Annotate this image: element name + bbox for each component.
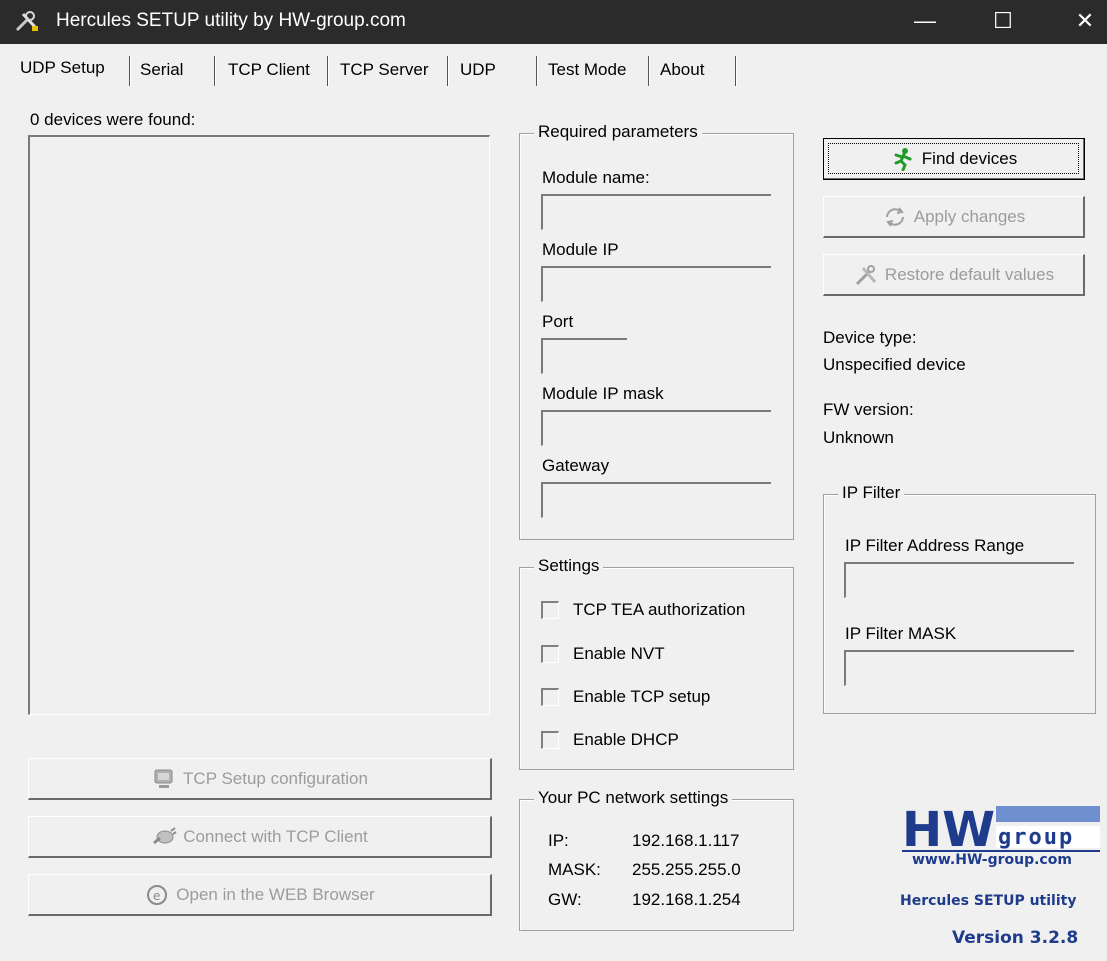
port-label: Port — [542, 312, 574, 331]
hw-group-url: www.HW-group.com — [912, 852, 1072, 868]
pc-ip-label: IP: — [548, 831, 569, 850]
tab-udp[interactable]: UDP — [454, 50, 502, 90]
hw-group-logo: HW group — [902, 802, 1100, 858]
devices-found-label: 0 devices were found: — [30, 110, 196, 129]
tab-test-mode[interactable]: Test Mode — [542, 50, 632, 90]
device-list[interactable] — [28, 135, 490, 715]
tab-udp-setup[interactable]: UDP Setup — [14, 48, 111, 88]
tab-separator — [536, 56, 537, 86]
module-name-label: Module name: — [542, 168, 650, 187]
version-label: Version 3.2.8 — [952, 928, 1079, 948]
close-button[interactable]: ✕ — [1065, 6, 1105, 36]
svg-text:HW: HW — [902, 802, 995, 858]
module-ip-field[interactable] — [541, 266, 771, 302]
device-type-value: Unspecified device — [823, 355, 966, 374]
pc-mask-row: MASK: 255.255.255.0 — [548, 860, 741, 880]
open-web-browser-button[interactable]: e Open in the WEB Browser — [28, 874, 492, 916]
ip-filter-mask-field[interactable] — [844, 650, 1074, 686]
module-name-field[interactable] — [541, 194, 771, 230]
fw-version-value: Unknown — [823, 428, 894, 447]
title-bar: Hercules SETUP utility by HW-group.com —… — [0, 0, 1107, 44]
enable-tcp-setup-checkbox[interactable]: Enable TCP setup — [541, 687, 710, 707]
ip-filter-mask-label: IP Filter MASK — [845, 624, 957, 643]
maximize-button[interactable]: ☐ — [983, 6, 1023, 36]
module-ip-mask-field[interactable] — [541, 410, 771, 446]
checkbox-box[interactable] — [541, 688, 559, 706]
gateway-label: Gateway — [542, 456, 610, 475]
settings-legend: Settings — [534, 556, 604, 576]
fw-version-label: FW version: — [823, 400, 914, 419]
tools-icon — [855, 264, 877, 285]
pc-ip-value: 192.168.1.117 — [632, 831, 740, 850]
module-ip-label: Module IP — [542, 240, 619, 259]
ip-filter-range-field[interactable] — [844, 562, 1074, 598]
pc-gw-row: GW: 192.168.1.254 — [548, 890, 741, 910]
tab-separator — [129, 56, 130, 86]
refresh-icon — [885, 206, 904, 227]
connect-tcp-client-label: Connect with TCP Client — [183, 826, 368, 846]
pc-gw-value: 192.168.1.254 — [632, 890, 741, 909]
connect-tcp-client-button[interactable]: Connect with TCP Client — [28, 816, 492, 858]
pc-mask-label: MASK: — [548, 860, 601, 879]
checkbox-box[interactable] — [541, 731, 559, 749]
ip-filter-legend: IP Filter — [838, 483, 905, 503]
enable-dhcp-checkbox[interactable]: Enable DHCP — [541, 730, 679, 750]
tcp-tea-authorization-checkbox[interactable]: TCP TEA authorization — [541, 600, 745, 620]
svg-text:e: e — [153, 889, 160, 903]
svg-text:group: group — [998, 825, 1074, 850]
browser-icon: e — [147, 884, 168, 905]
computer-icon — [154, 769, 173, 788]
restore-default-values-label: Restore default values — [884, 264, 1055, 284]
apply-changes-label: Apply changes — [913, 206, 1026, 226]
checkbox-box[interactable] — [541, 601, 559, 619]
enable-nvt-checkbox[interactable]: Enable NVT — [541, 644, 665, 664]
port-field[interactable] — [541, 338, 627, 374]
focus-rectangle — [828, 143, 1079, 174]
restore-default-values-button[interactable]: Restore default values — [823, 254, 1085, 296]
checkbox-box[interactable] — [541, 645, 559, 663]
tab-separator — [735, 56, 736, 86]
device-type-label: Device type: — [823, 328, 917, 347]
checkbox-label: Enable DHCP — [573, 730, 679, 749]
checkbox-label: Enable NVT — [573, 644, 665, 663]
minimize-button[interactable]: — — [905, 6, 945, 36]
pc-gw-label: GW: — [548, 890, 582, 909]
plug-icon — [153, 826, 177, 844]
tab-tcp-client[interactable]: TCP Client — [222, 50, 316, 90]
open-web-browser-label: Open in the WEB Browser — [176, 884, 375, 904]
tools-icon — [15, 11, 38, 32]
tab-separator — [648, 56, 649, 86]
tab-serial[interactable]: Serial — [134, 50, 189, 90]
tab-separator — [447, 56, 448, 86]
tab-separator — [327, 56, 328, 86]
gateway-field[interactable] — [541, 482, 771, 518]
tab-about[interactable]: About — [654, 50, 710, 90]
pc-network-settings-legend: Your PC network settings — [534, 788, 733, 808]
tcp-setup-configuration-label: TCP Setup configuration — [183, 768, 368, 788]
apply-changes-button[interactable]: Apply changes — [823, 196, 1085, 238]
checkbox-label: Enable TCP setup — [573, 687, 711, 706]
ip-filter-range-label: IP Filter Address Range — [845, 536, 1025, 555]
hercules-caption: Hercules SETUP utility — [900, 893, 1077, 909]
module-ip-mask-label: Module IP mask — [542, 384, 664, 403]
checkbox-label: TCP TEA authorization — [573, 600, 746, 619]
find-devices-button[interactable]: Find devices — [823, 138, 1085, 180]
pc-mask-value: 255.255.255.0 — [632, 860, 741, 879]
window-title: Hercules SETUP utility by HW-group.com — [56, 10, 406, 31]
tab-separator — [214, 56, 215, 86]
pc-ip-row: IP: 192.168.1.117 — [548, 831, 739, 851]
required-parameters-legend: Required parameters — [534, 122, 702, 142]
tcp-setup-configuration-button[interactable]: TCP Setup configuration — [28, 758, 492, 800]
tab-tcp-server[interactable]: TCP Server — [334, 50, 435, 90]
